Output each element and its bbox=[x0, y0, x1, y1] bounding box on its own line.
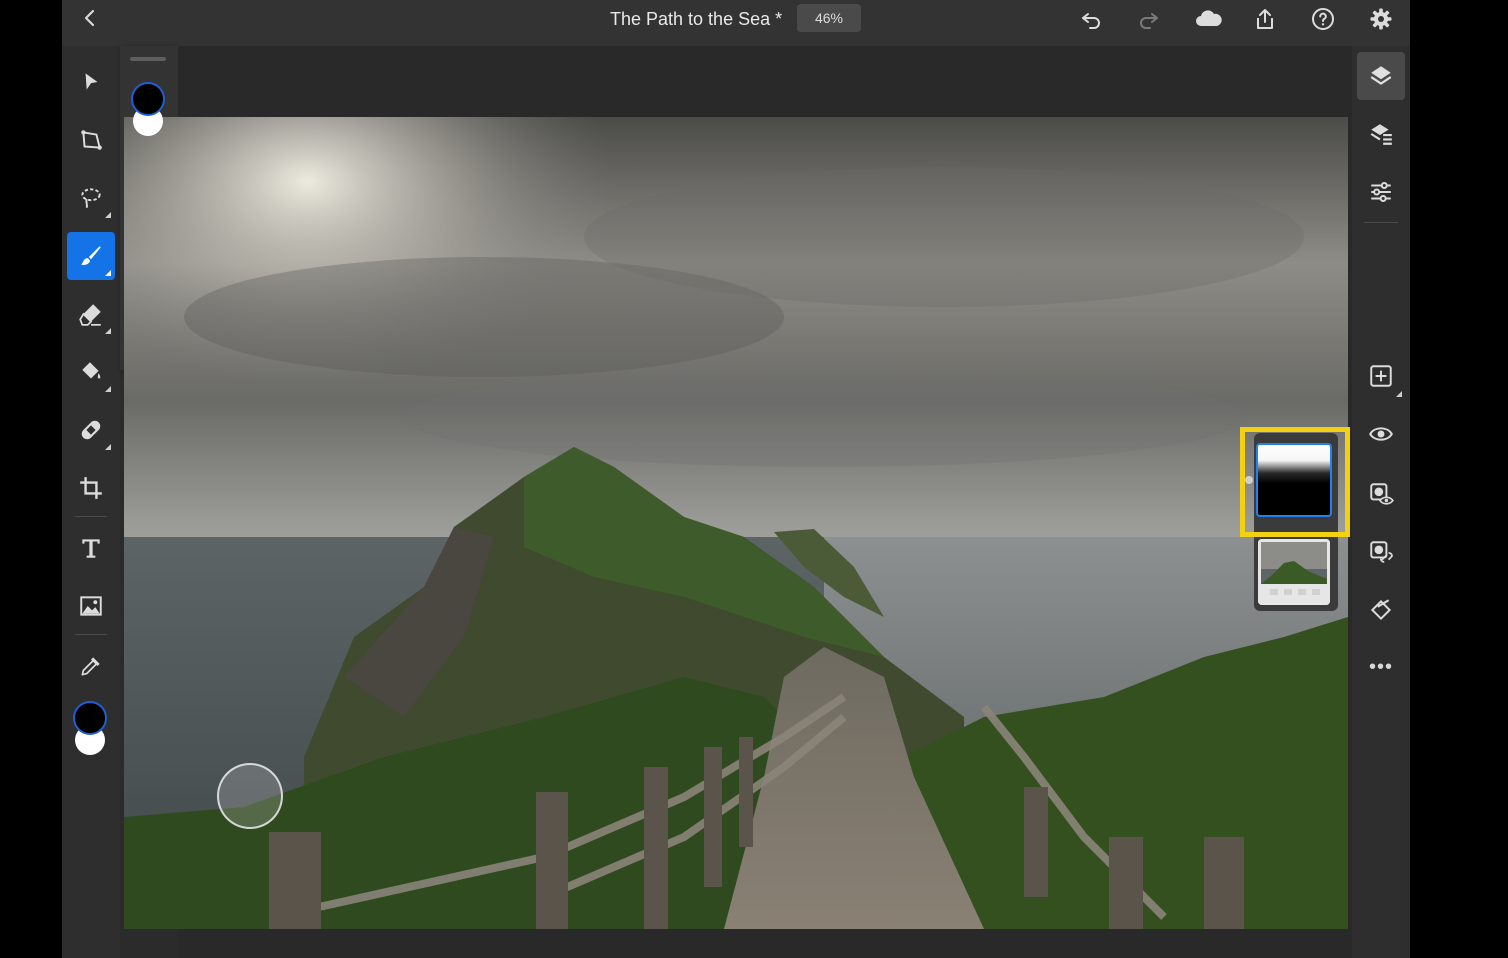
link-mask-button[interactable] bbox=[1357, 528, 1405, 576]
canvas-image[interactable] bbox=[124, 117, 1348, 929]
eraser-tool[interactable] bbox=[67, 290, 115, 338]
bandage-icon bbox=[81, 420, 101, 440]
eye-icon bbox=[1369, 427, 1393, 441]
clear-selection-button[interactable] bbox=[1357, 586, 1405, 634]
layer-visibility-button[interactable] bbox=[1357, 410, 1405, 458]
settings-icon[interactable] bbox=[1367, 5, 1395, 33]
fill-tool[interactable] bbox=[67, 348, 115, 396]
layer-mask-thumbnail[interactable] bbox=[1256, 443, 1332, 517]
mask-link-icon bbox=[1370, 541, 1393, 563]
paint-bucket-icon bbox=[82, 362, 101, 379]
lasso-tool[interactable] bbox=[67, 174, 115, 222]
place-image-tool[interactable] bbox=[67, 582, 115, 630]
brush-cursor[interactable] bbox=[217, 763, 283, 829]
crop-tool[interactable] bbox=[67, 464, 115, 512]
cloud-icon[interactable] bbox=[1192, 5, 1226, 33]
transform-icon bbox=[81, 130, 102, 150]
foreground-color-swatch[interactable] bbox=[73, 701, 107, 735]
zoom-level[interactable]: 46% bbox=[797, 4, 861, 32]
arrow-icon bbox=[85, 73, 98, 90]
image-icon bbox=[80, 596, 102, 616]
image-layer-thumbnail[interactable] bbox=[1258, 539, 1330, 605]
layers-button[interactable] bbox=[1357, 52, 1405, 100]
undo-icon[interactable] bbox=[1077, 5, 1105, 33]
brush-icon bbox=[81, 246, 101, 265]
layer-properties-icon bbox=[1370, 124, 1392, 145]
brush-tool[interactable] bbox=[67, 232, 115, 280]
share-icon[interactable] bbox=[1251, 5, 1279, 33]
add-layer-icon bbox=[1370, 365, 1392, 387]
text-icon bbox=[82, 539, 100, 558]
layer-properties-button[interactable] bbox=[1357, 110, 1405, 158]
mask-eye-icon bbox=[1370, 483, 1394, 505]
left-toolbar bbox=[62, 46, 120, 958]
panel-grab-handle[interactable] bbox=[130, 57, 166, 61]
type-tool[interactable] bbox=[67, 524, 115, 572]
eyedropper-tool[interactable] bbox=[67, 642, 115, 690]
add-layer-button[interactable] bbox=[1357, 352, 1405, 400]
help-icon[interactable] bbox=[1309, 5, 1337, 33]
brush-foreground-color[interactable] bbox=[131, 82, 165, 116]
healing-tool[interactable] bbox=[67, 406, 115, 454]
mask-visibility-button[interactable] bbox=[1357, 470, 1405, 518]
crop-icon bbox=[80, 477, 102, 499]
transform-tool[interactable] bbox=[67, 116, 115, 164]
document-title: The Path to the Sea * bbox=[610, 9, 783, 29]
right-toolbar: ••• bbox=[1352, 46, 1410, 958]
select-tool[interactable] bbox=[67, 58, 115, 106]
mask-link-dot bbox=[1245, 476, 1253, 484]
redo-icon[interactable] bbox=[1135, 5, 1163, 33]
adjustments-button[interactable] bbox=[1357, 168, 1405, 216]
layers-icon bbox=[1370, 66, 1392, 85]
top-bar: The Path to the Sea * 46% bbox=[62, 0, 1410, 46]
lasso-icon bbox=[81, 188, 101, 209]
layer-more-options[interactable]: ••• bbox=[1352, 656, 1410, 679]
photoshop-app: The Path to the Sea * 46% ••• bbox=[62, 0, 1410, 958]
eraser-layer-icon bbox=[1370, 599, 1392, 621]
eyedropper-icon bbox=[81, 657, 100, 676]
eraser-icon bbox=[79, 304, 101, 326]
sliders-icon bbox=[1371, 182, 1391, 202]
chevron-left-icon[interactable] bbox=[78, 6, 102, 30]
